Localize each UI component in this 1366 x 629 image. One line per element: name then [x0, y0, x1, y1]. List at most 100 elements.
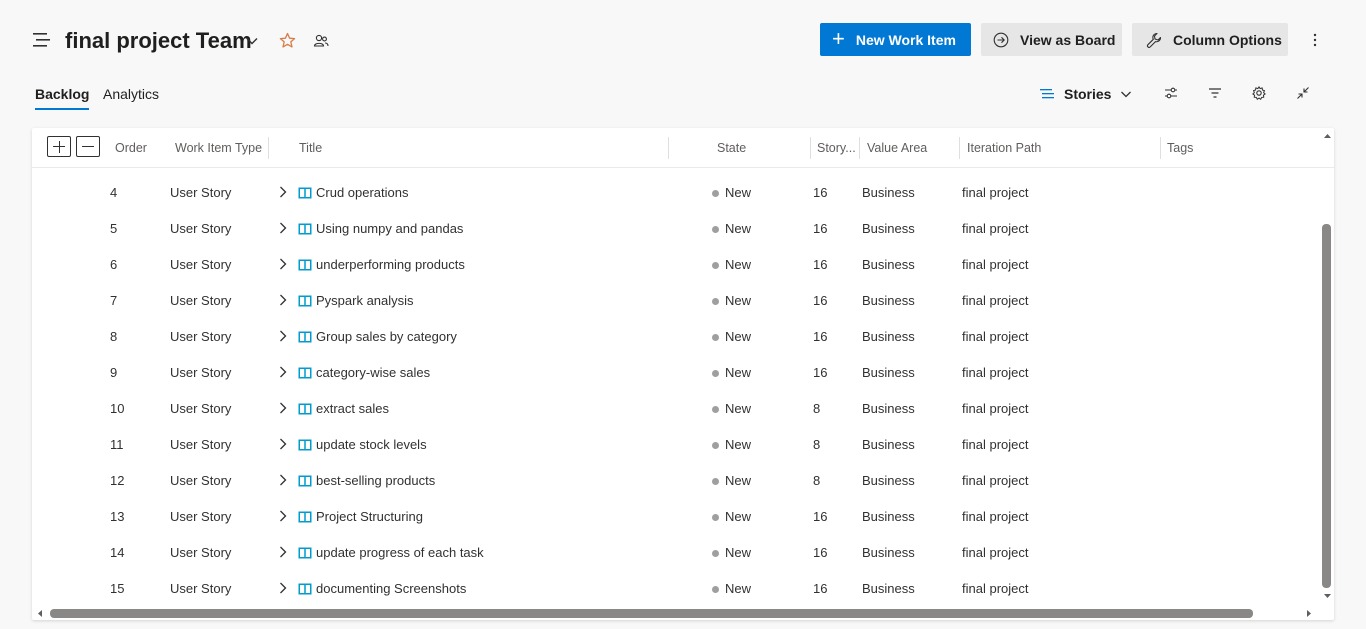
- gear-icon[interactable]: [1251, 85, 1267, 101]
- story-points-cell: 8: [813, 437, 821, 452]
- work-item-type-cell: User Story: [170, 581, 232, 596]
- order-cell: 15: [110, 581, 125, 596]
- title-link[interactable]: Project Structuring: [316, 509, 423, 524]
- chevron-right-icon[interactable]: [277, 366, 289, 378]
- column-header-order[interactable]: Order: [115, 141, 147, 155]
- title-link[interactable]: category-wise sales: [316, 365, 430, 380]
- story-points-cell: 8: [813, 473, 821, 488]
- story-points-cell: 16: [813, 221, 828, 236]
- page-header: final project Team + New Work Item View …: [0, 0, 1366, 80]
- chevron-right-icon[interactable]: [277, 402, 289, 414]
- settings-sliders-icon[interactable]: [1163, 85, 1179, 101]
- column-header-title[interactable]: Title: [299, 141, 322, 155]
- title-link[interactable]: Pyspark analysis: [316, 293, 414, 308]
- table-row[interactable]: 5 User Story Using numpy and pandas New 16 Bu…: [32, 211, 1322, 247]
- table-row[interactable]: 8 User Story Group sales by category New 16 B…: [32, 319, 1322, 355]
- chevron-right-icon[interactable]: [277, 582, 289, 594]
- title-link[interactable]: documenting Screenshots: [316, 581, 466, 596]
- table-row[interactable]: 13 User Story Project Structuring New 16 Busi…: [32, 499, 1322, 535]
- column-header-tags[interactable]: Tags: [1167, 141, 1193, 155]
- column-header-story-points[interactable]: Story...: [817, 141, 856, 155]
- chevron-right-icon[interactable]: [277, 258, 289, 270]
- table-row[interactable]: 4 User Story Crud operations New 16 Business f…: [32, 175, 1322, 211]
- value-area-cell: Business: [862, 509, 915, 524]
- team-icon[interactable]: [313, 33, 329, 49]
- state-cell: New: [725, 509, 752, 524]
- state-indicator-icon: [712, 190, 719, 197]
- horizontal-scrollbar[interactable]: [50, 609, 1253, 618]
- view-as-board-label: View as Board: [1020, 31, 1116, 48]
- column-divider[interactable]: [268, 137, 269, 159]
- value-area-cell: Business: [862, 221, 915, 236]
- work-item-type-cell: User Story: [170, 329, 232, 344]
- expand-all-button[interactable]: [47, 136, 71, 157]
- vertical-scrollbar[interactable]: [1322, 224, 1331, 588]
- column-divider[interactable]: [959, 137, 960, 159]
- column-header-state[interactable]: State: [717, 141, 746, 155]
- scroll-up-arrow-icon[interactable]: [1322, 131, 1333, 141]
- column-divider[interactable]: [859, 137, 860, 159]
- table-row[interactable]: 11 User Story update stock levels New 8 Busin…: [32, 427, 1322, 463]
- column-divider[interactable]: [668, 137, 669, 159]
- book-icon: [298, 223, 312, 235]
- chevron-down-icon[interactable]: [244, 33, 260, 49]
- chevron-right-icon[interactable]: [277, 546, 289, 558]
- book-icon: [298, 187, 312, 199]
- column-header-iteration-path[interactable]: Iteration Path: [967, 141, 1041, 155]
- state-cell: New: [725, 257, 752, 272]
- chevron-right-icon[interactable]: [277, 510, 289, 522]
- filter-icon[interactable]: [1207, 85, 1223, 101]
- star-icon[interactable]: [279, 32, 296, 49]
- tab-backlog[interactable]: Backlog: [35, 86, 90, 110]
- more-vertical-icon[interactable]: [1306, 30, 1324, 50]
- table-row[interactable]: 14 User Story update progress of each task…: [32, 535, 1322, 571]
- collapse-all-button[interactable]: [76, 136, 100, 157]
- backlog-level-dropdown[interactable]: Stories: [1040, 83, 1133, 105]
- view-as-board-button[interactable]: View as Board: [981, 23, 1122, 56]
- table-row[interactable]: 7 User Story Pyspark analysis New 16 Business…: [32, 283, 1322, 319]
- table-row[interactable]: 12 User Story best-selling products New 8 Bus…: [32, 463, 1322, 499]
- iteration-path-cell: final project: [962, 185, 1029, 200]
- table-row[interactable]: 10 User Story extract sales New 8 Business fin…: [32, 391, 1322, 427]
- title-link[interactable]: underperforming products: [316, 257, 465, 272]
- title-link[interactable]: Group sales by category: [316, 329, 457, 344]
- title-link[interactable]: update stock levels: [316, 437, 427, 452]
- order-cell: 14: [110, 545, 125, 560]
- scroll-right-arrow-icon[interactable]: [1305, 608, 1313, 619]
- hamburger-icon[interactable]: [33, 32, 51, 48]
- column-options-button[interactable]: Column Options: [1132, 23, 1288, 56]
- title-link[interactable]: Crud operations: [316, 185, 409, 200]
- column-header-value-area[interactable]: Value Area: [867, 141, 927, 155]
- chevron-right-icon[interactable]: [277, 474, 289, 486]
- table-row[interactable]: 15 User Story documenting Screenshots New 16…: [32, 571, 1322, 607]
- state-indicator-icon: [712, 586, 719, 593]
- tab-analytics[interactable]: Analytics: [103, 86, 159, 102]
- title-link[interactable]: update progress of each task: [316, 545, 484, 560]
- table-row[interactable]: 6 User Story underperforming products New 16…: [32, 247, 1322, 283]
- scroll-left-arrow-icon[interactable]: [36, 608, 44, 619]
- state-cell: New: [725, 329, 752, 344]
- table-row[interactable]: 9 User Story category-wise sales New 16 Busin…: [32, 355, 1322, 391]
- new-work-item-button[interactable]: + New Work Item: [820, 23, 971, 56]
- title-link[interactable]: Using numpy and pandas: [316, 221, 463, 236]
- title-link[interactable]: extract sales: [316, 401, 389, 416]
- column-header-type[interactable]: Work Item Type: [175, 141, 262, 155]
- book-icon: [298, 439, 312, 451]
- collapse-icon[interactable]: [1295, 85, 1311, 101]
- column-divider[interactable]: [1160, 137, 1161, 159]
- chevron-right-icon[interactable]: [277, 222, 289, 234]
- work-item-type-cell: User Story: [170, 293, 232, 308]
- scroll-down-arrow-icon[interactable]: [1322, 591, 1333, 601]
- iteration-path-cell: final project: [962, 581, 1029, 596]
- value-area-cell: Business: [862, 257, 915, 272]
- chevron-right-icon[interactable]: [277, 330, 289, 342]
- page-title[interactable]: final project Team: [65, 28, 252, 54]
- state-indicator-icon: [712, 370, 719, 377]
- chevron-right-icon[interactable]: [277, 294, 289, 306]
- chevron-right-icon[interactable]: [277, 186, 289, 198]
- title-link[interactable]: best-selling products: [316, 473, 435, 488]
- chevron-right-icon[interactable]: [277, 438, 289, 450]
- state-cell: New: [725, 545, 752, 560]
- backlog-grid: Order Work Item Type Title State Story..…: [32, 128, 1334, 620]
- column-divider[interactable]: [810, 137, 811, 159]
